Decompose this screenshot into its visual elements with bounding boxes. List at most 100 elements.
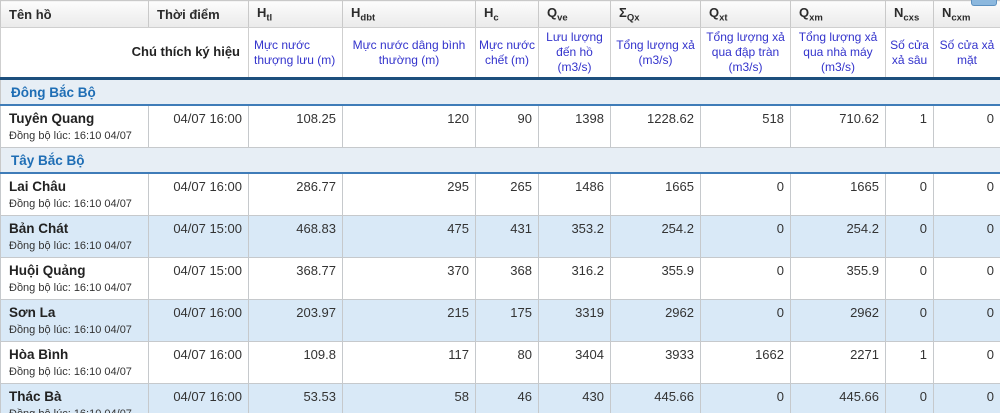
cell-qxt: 0 <box>700 299 791 342</box>
col-header-hc: Hc <box>475 0 539 28</box>
reservoir-name-cell: Lai Châu Đồng bộ lúc: 16:10 04/07 <box>0 172 149 216</box>
cell-qve: 3319 <box>538 299 611 342</box>
reservoir-name-cell: Thác Bà Đồng bộ lúc: 16:10 04/07 <box>0 383 149 413</box>
scrollbar-thumb[interactable] <box>971 0 997 6</box>
reservoir-monitor-panel: Tên hồ Thời điểm Htl Hdbt Hc Qve ΣQx Qxt… <box>0 0 1000 413</box>
reservoir-row-huoi-quang: Huội Quảng Đồng bộ lúc: 16:10 04/07 04/0… <box>0 257 1000 300</box>
reservoir-row-thac-ba: Thác Bà Đồng bộ lúc: 16:10 04/07 04/07 1… <box>0 383 1000 413</box>
section-title: Đông Bắc Bộ <box>0 77 1000 106</box>
cell-htl: 468.83 <box>248 215 343 258</box>
sync-time: Đồng bộ lúc: 16:10 04/07 <box>9 197 132 210</box>
cell-time: 04/07 15:00 <box>148 215 249 258</box>
reservoir-name: Hòa Bình <box>9 347 69 362</box>
cell-ncxm: 0 <box>933 257 1000 300</box>
cell-hdbt: 295 <box>342 172 476 216</box>
cell-htl: 109.8 <box>248 341 343 384</box>
cell-ncxs: 0 <box>885 172 934 216</box>
cell-qxt: 0 <box>700 257 791 300</box>
col-header-sqx: ΣQx <box>610 0 701 28</box>
cell-sqx: 1665 <box>610 172 701 216</box>
cell-qxt: 518 <box>700 104 791 148</box>
cell-sqx: 254.2 <box>610 215 701 258</box>
col-header-qve: Qve <box>538 0 611 28</box>
cell-ncxs: 1 <box>885 341 934 384</box>
desc-ncxm: Số cửa xả mặt <box>933 27 1000 79</box>
reservoir-row-son-la: Sơn La Đồng bộ lúc: 16:10 04/07 04/07 16… <box>0 299 1000 342</box>
cell-qve: 316.2 <box>538 257 611 300</box>
cell-time: 04/07 16:00 <box>148 383 249 413</box>
cell-qxm: 2962 <box>790 299 886 342</box>
cell-ncxm: 0 <box>933 104 1000 148</box>
col-header-ncxs: Ncxs <box>885 0 934 28</box>
cell-qxt: 1662 <box>700 341 791 384</box>
cell-time: 04/07 16:00 <box>148 172 249 216</box>
section-title: Tây Bắc Bộ <box>0 147 1000 174</box>
cell-qxm: 355.9 <box>790 257 886 300</box>
cell-qxm: 710.62 <box>790 104 886 148</box>
cell-sqx: 2962 <box>610 299 701 342</box>
cell-hc: 175 <box>475 299 539 342</box>
reservoir-name-cell: Hòa Bình Đồng bộ lúc: 16:10 04/07 <box>0 341 149 384</box>
reservoir-name: Thác Bà <box>9 389 62 404</box>
reservoir-name-cell: Sơn La Đồng bộ lúc: 16:10 04/07 <box>0 299 149 342</box>
cell-ncxm: 0 <box>933 299 1000 342</box>
reservoir-row-hoa-binh: Hòa Bình Đồng bộ lúc: 16:10 04/07 04/07 … <box>0 341 1000 384</box>
cell-ncxm: 0 <box>933 383 1000 413</box>
cell-qxt: 0 <box>700 215 791 258</box>
reservoir-row-ban-chat: Bản Chát Đồng bộ lúc: 16:10 04/07 04/07 … <box>0 215 1000 258</box>
cell-hdbt: 120 <box>342 104 476 148</box>
cell-ncxs: 0 <box>885 257 934 300</box>
cell-ncxm: 0 <box>933 341 1000 384</box>
reservoir-row-tuyen-quang: Tuyên Quang Đồng bộ lúc: 16:10 04/07 04/… <box>0 104 1000 148</box>
col-header-qxt: Qxt <box>700 0 791 28</box>
cell-hdbt: 370 <box>342 257 476 300</box>
desc-qve: Lưu lượng đến hồ (m3/s) <box>538 27 611 79</box>
cell-qve: 1486 <box>538 172 611 216</box>
cell-sqx: 355.9 <box>610 257 701 300</box>
cell-htl: 203.97 <box>248 299 343 342</box>
cell-qve: 353.2 <box>538 215 611 258</box>
cell-ncxm: 0 <box>933 172 1000 216</box>
cell-ncxm: 0 <box>933 215 1000 258</box>
cell-htl: 368.77 <box>248 257 343 300</box>
cell-ncxs: 0 <box>885 383 934 413</box>
cell-hc: 265 <box>475 172 539 216</box>
cell-qxt: 0 <box>700 172 791 216</box>
cell-htl: 108.25 <box>248 104 343 148</box>
cell-hdbt: 215 <box>342 299 476 342</box>
col-header-ten-ho: Tên hồ <box>0 0 149 28</box>
cell-qxm: 2271 <box>790 341 886 384</box>
cell-qve: 3404 <box>538 341 611 384</box>
header-symbols-row: Tên hồ Thời điểm Htl Hdbt Hc Qve ΣQx Qxt… <box>0 0 1000 28</box>
col-header-hdbt: Hdbt <box>342 0 476 28</box>
reservoir-row-lai-chau: Lai Châu Đồng bộ lúc: 16:10 04/07 04/07 … <box>0 172 1000 216</box>
cell-htl: 53.53 <box>248 383 343 413</box>
cell-time: 04/07 16:00 <box>148 299 249 342</box>
section-row-dong-bac-bo: Đông Bắc Bộ <box>0 77 1000 106</box>
col-header-qxm: Qxm <box>790 0 886 28</box>
cell-time: 04/07 16:00 <box>148 341 249 384</box>
sync-time: Đồng bộ lúc: 16:10 04/07 <box>9 408 142 413</box>
sync-time: Đồng bộ lúc: 16:10 04/07 <box>9 281 132 294</box>
cell-hc: 90 <box>475 104 539 148</box>
cell-time: 04/07 16:00 <box>148 104 249 148</box>
reservoir-table: Tên hồ Thời điểm Htl Hdbt Hc Qve ΣQx Qxt… <box>0 0 1000 413</box>
sync-time: Đồng bộ lúc: 16:10 04/07 <box>9 239 132 252</box>
cell-qve: 430 <box>538 383 611 413</box>
cell-ncxs: 0 <box>885 299 934 342</box>
sync-time: Đồng bộ lúc: 16:10 04/07 <box>9 129 132 142</box>
desc-htl: Mực nước thượng lưu (m) <box>248 27 343 79</box>
desc-hc: Mực nước chết (m) <box>475 27 539 79</box>
desc-hdbt: Mực nước dâng bình thường (m) <box>342 27 476 79</box>
cell-sqx: 445.66 <box>610 383 701 413</box>
cell-sqx: 3933 <box>610 341 701 384</box>
cell-time: 04/07 15:00 <box>148 257 249 300</box>
legend-label: Chú thích ký hiệu <box>0 27 249 79</box>
cell-hc: 80 <box>475 341 539 384</box>
sync-time: Đồng bộ lúc: 16:10 04/07 <box>9 323 132 336</box>
cell-hdbt: 58 <box>342 383 476 413</box>
cell-hc: 431 <box>475 215 539 258</box>
cell-htl: 286.77 <box>248 172 343 216</box>
col-header-htl: Htl <box>248 0 343 28</box>
desc-ncxs: Số cửa xả sâu <box>885 27 934 79</box>
